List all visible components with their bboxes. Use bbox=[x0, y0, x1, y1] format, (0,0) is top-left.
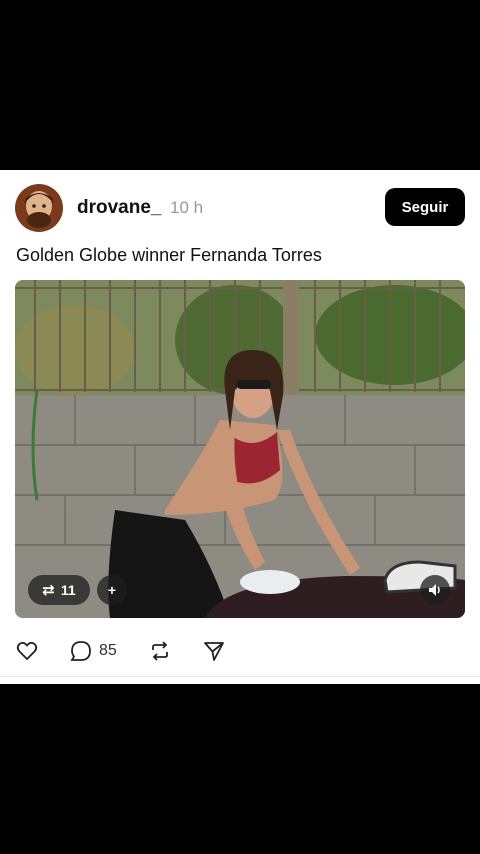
like-button[interactable] bbox=[15, 636, 39, 666]
post-caption: Golden Globe winner Fernanda Torres bbox=[16, 245, 322, 265]
comment-button[interactable]: 85 bbox=[69, 636, 117, 666]
comment-icon bbox=[70, 641, 91, 661]
volume-button[interactable] bbox=[420, 575, 450, 605]
post-actions: 85 bbox=[0, 636, 480, 668]
repost-button[interactable] bbox=[148, 636, 172, 666]
post-video[interactable]: ⇄ 11 + bbox=[15, 280, 465, 618]
heart-icon bbox=[16, 641, 38, 661]
comment-count: 85 bbox=[99, 642, 117, 659]
speaker-icon bbox=[429, 584, 440, 596]
post-card: drovane_ 10 h Seguir Golden Globe winner… bbox=[0, 170, 480, 684]
repost-count-pill[interactable]: ⇄ 11 bbox=[28, 575, 90, 605]
divider bbox=[0, 676, 480, 677]
share-button[interactable] bbox=[202, 636, 226, 666]
post-time: 10 h bbox=[170, 198, 204, 217]
add-button[interactable]: + bbox=[97, 575, 127, 605]
follow-button[interactable]: Seguir bbox=[385, 188, 465, 226]
avatar[interactable] bbox=[15, 184, 63, 232]
repost-count: 11 bbox=[60, 582, 76, 598]
repost-icon: ⇄ bbox=[42, 582, 55, 599]
send-icon bbox=[204, 642, 224, 661]
video-frame bbox=[15, 280, 465, 618]
username[interactable]: drovane_ bbox=[77, 197, 161, 219]
repost-icon bbox=[152, 641, 168, 661]
